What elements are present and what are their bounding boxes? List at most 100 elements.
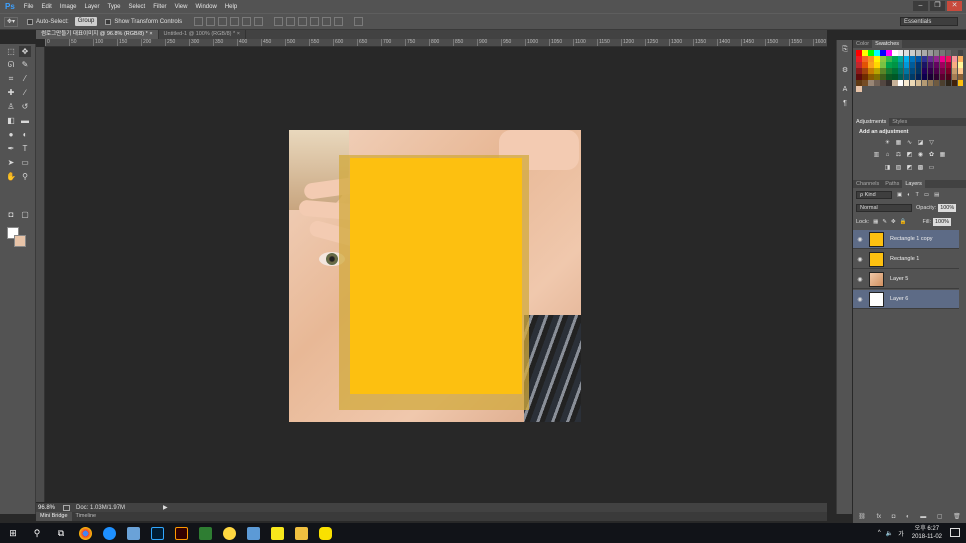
filter-shape-icon[interactable]: ▭ (924, 192, 929, 198)
photoshop-taskbar-icon[interactable] (148, 524, 166, 542)
color-swatch[interactable] (885, 67, 892, 74)
paragraph-icon[interactable]: ¶ (840, 100, 850, 110)
color-swatch[interactable] (909, 61, 916, 68)
opacity-input[interactable]: 100% (938, 203, 957, 212)
color-swatch[interactable] (933, 61, 940, 68)
lock-image-icon[interactable]: ✎ (882, 219, 887, 225)
align-right-icon[interactable] (254, 17, 264, 26)
canvas-workspace[interactable] (45, 47, 827, 502)
color-swatch[interactable] (927, 50, 934, 56)
color-swatch[interactable] (867, 67, 874, 74)
lock-transparent-icon[interactable]: ▦ (873, 219, 878, 225)
color-swatch[interactable] (903, 73, 910, 80)
color-swatch[interactable] (867, 61, 874, 68)
clock[interactable]: 오후 6:27 2018-11-02 (912, 525, 942, 541)
visibility-eye-icon[interactable]: ◉ (853, 256, 867, 263)
color-balance-icon[interactable]: ⚖ (895, 151, 903, 159)
color-swatch[interactable] (885, 73, 892, 80)
color-swatch[interactable] (897, 55, 904, 62)
color-swatch[interactable] (856, 61, 862, 68)
color-swatch[interactable] (873, 67, 880, 74)
color-swatch[interactable] (957, 50, 964, 56)
color-swatch[interactable] (873, 73, 880, 80)
color-swatch[interactable] (933, 73, 940, 80)
clone-stamp-tool-icon[interactable]: ♙ (5, 101, 17, 112)
search-icon[interactable]: ⚲ (28, 524, 46, 542)
tab-color[interactable]: Color (853, 40, 872, 48)
color-swatch[interactable] (903, 79, 910, 86)
quick-select-tool-icon[interactable]: ✎ (19, 59, 31, 70)
shape-tool-icon[interactable]: ▭ (19, 157, 31, 168)
color-swatch[interactable] (903, 61, 910, 68)
curves-icon[interactable]: ∿ (906, 139, 914, 147)
menu-image[interactable]: Image (60, 4, 77, 10)
excel-like-icon[interactable] (196, 524, 214, 542)
minimize-button[interactable]: – (913, 1, 928, 11)
layer-row[interactable]: ◉ Rectangle 1 copy (853, 230, 959, 249)
color-swatch[interactable] (945, 79, 952, 86)
notes-icon[interactable] (244, 524, 262, 542)
document-canvas[interactable] (289, 130, 581, 422)
start-icon[interactable]: ⊞ (4, 524, 22, 542)
delete-layer-icon[interactable]: 🗑 (953, 513, 961, 520)
color-swatch[interactable] (861, 79, 868, 86)
menu-help[interactable]: Help (225, 4, 237, 10)
color-swatch[interactable] (915, 79, 922, 86)
close-button[interactable]: ✕ (947, 1, 962, 11)
adjustment-layer-icon[interactable]: ◐ (906, 514, 910, 520)
color-swatch[interactable] (915, 67, 922, 74)
tab-paths[interactable]: Paths (882, 180, 902, 188)
tab-mini-bridge[interactable]: Mini Bridge (36, 512, 72, 521)
tab-close-icon[interactable]: × (237, 31, 240, 37)
path-select-tool-icon[interactable]: ➤ (5, 157, 17, 168)
group-folder-icon[interactable]: ▬ (920, 514, 926, 520)
menu-edit[interactable]: Edit (41, 4, 51, 10)
distribute-bottom-icon[interactable] (298, 17, 308, 26)
color-swatch[interactable] (945, 73, 952, 80)
filter-smart-icon[interactable]: ▤ (934, 192, 939, 198)
color-swatch[interactable] (891, 73, 898, 80)
color-swatch[interactable] (927, 73, 934, 80)
align-hcenter-icon[interactable] (242, 17, 252, 26)
workspace-switcher[interactable]: Essentials (900, 17, 958, 26)
color-swatch[interactable] (879, 55, 886, 62)
align-left-icon[interactable] (230, 17, 240, 26)
distribute-right-icon[interactable] (334, 17, 344, 26)
color-swatch[interactable] (951, 50, 958, 56)
layer-row[interactable]: ◉ Layer 6 (853, 290, 959, 309)
tab-channels[interactable]: Channels (853, 180, 882, 188)
zoom-level[interactable]: 96.8% (38, 505, 55, 511)
color-swatch[interactable] (939, 73, 946, 80)
color-swatch[interactable] (921, 50, 928, 56)
color-swatch[interactable] (897, 50, 904, 56)
filter-adjust-icon[interactable]: ◐ (907, 192, 910, 198)
color-swatch[interactable] (909, 79, 916, 86)
color-swatch[interactable] (957, 61, 964, 68)
color-swatch[interactable] (879, 67, 886, 74)
color-swatch[interactable] (856, 73, 862, 80)
color-swatch[interactable] (909, 73, 916, 80)
color-swatch[interactable] (933, 79, 940, 86)
color-swatch[interactable] (933, 67, 940, 74)
color-swatch[interactable] (861, 67, 868, 74)
lock-position-icon[interactable]: ✥ (891, 219, 896, 225)
kakaotalk-icon[interactable] (316, 524, 334, 542)
crop-tool-icon[interactable]: ⌗ (5, 73, 17, 84)
lock-all-icon[interactable]: 🔒 (900, 219, 907, 225)
blend-mode-dropdown[interactable]: Normal (856, 203, 912, 212)
distribute-vcenter-icon[interactable] (286, 17, 296, 26)
selective-color-icon[interactable]: ▩ (917, 164, 925, 172)
color-swatch[interactable] (897, 73, 904, 80)
color-swatch[interactable] (879, 79, 886, 86)
tab-timeline[interactable]: Timeline (72, 512, 101, 521)
align-vcenter-icon[interactable] (206, 17, 216, 26)
color-swatch[interactable] (903, 50, 910, 56)
color-swatch[interactable] (885, 79, 892, 86)
tab-layers[interactable]: Layers (902, 180, 925, 188)
color-swatch[interactable] (867, 73, 874, 80)
character-icon[interactable]: A (840, 86, 850, 96)
color-swatch[interactable] (927, 55, 934, 62)
color-swatch[interactable] (891, 55, 898, 62)
color-swatch[interactable] (915, 50, 922, 56)
hue-saturation-icon[interactable]: ⌂ (884, 151, 892, 159)
